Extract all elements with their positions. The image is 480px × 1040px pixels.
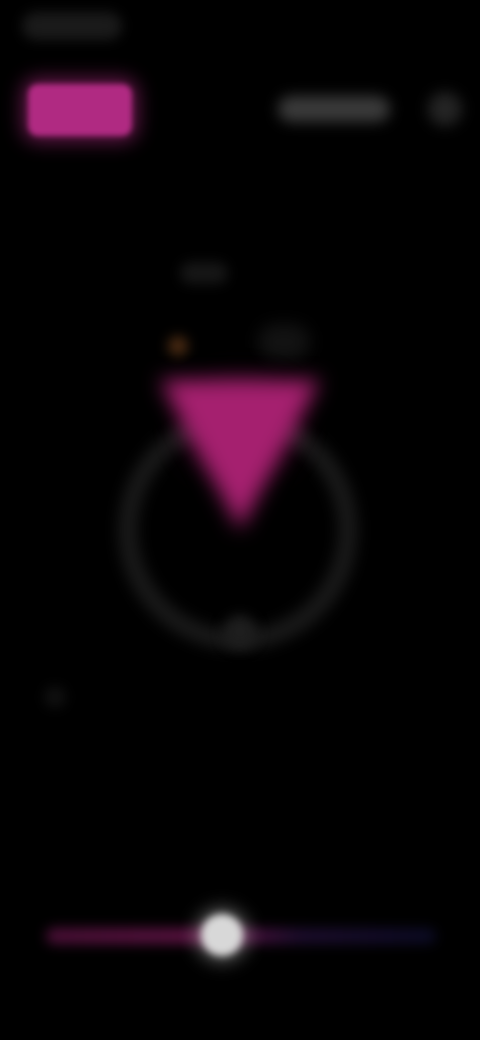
header-label[interactable] xyxy=(278,96,390,122)
down-triangle-svg xyxy=(160,380,320,530)
status-dot xyxy=(168,336,188,356)
status-bar xyxy=(0,0,480,52)
primary-button[interactable] xyxy=(28,84,132,136)
down-triangle-icon xyxy=(160,380,320,530)
faint-icon xyxy=(258,324,310,360)
bottom-slider[interactable] xyxy=(40,900,440,972)
slider-thumb[interactable] xyxy=(200,914,243,956)
main-visual xyxy=(80,250,400,680)
header-icon[interactable] xyxy=(428,92,462,126)
top-bar xyxy=(0,70,480,150)
faint-label xyxy=(180,262,228,284)
down-triangle-shape xyxy=(160,380,320,530)
status-time xyxy=(22,12,122,40)
dial-knob[interactable] xyxy=(223,615,257,649)
side-dot xyxy=(44,686,66,708)
